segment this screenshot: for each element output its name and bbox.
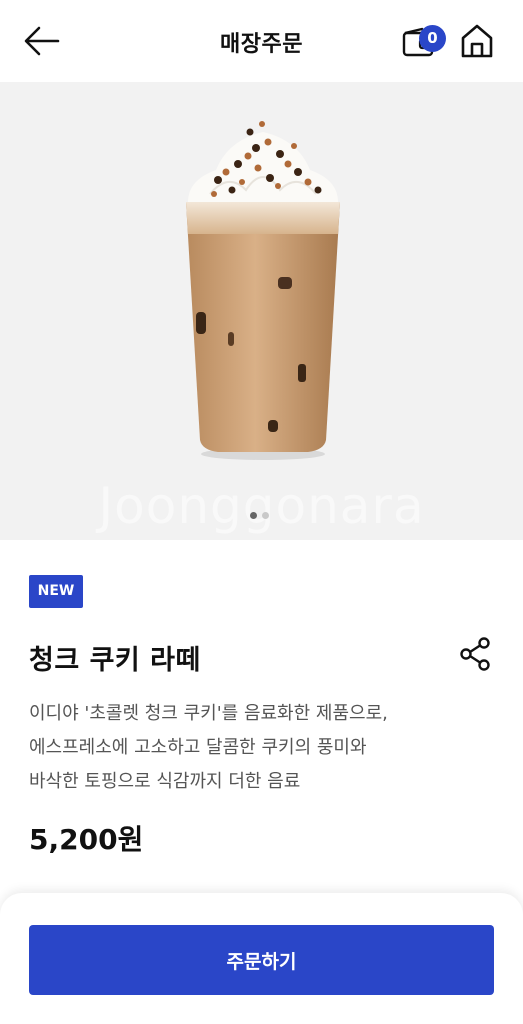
product-price: 5,200원 xyxy=(29,823,144,856)
top-bar: 매장주문 0 xyxy=(0,0,523,82)
cart-count-badge: 0 xyxy=(419,25,446,52)
bottom-action-bar: 주문하기 xyxy=(0,893,523,1024)
carousel-dot-2[interactable] xyxy=(262,512,269,519)
description-line: 에스프레소에 고소하고 달콤한 쿠키의 풍미와 xyxy=(29,737,367,758)
share-icon[interactable] xyxy=(458,636,494,672)
product-name: 청크 쿠키 라떼 xyxy=(29,645,201,676)
product-image xyxy=(186,121,340,460)
new-badge: NEW xyxy=(29,575,83,608)
description-line: 바삭한 토핑으로 식감까지 더한 음료 xyxy=(29,771,301,792)
carousel-dot-1[interactable] xyxy=(250,512,257,519)
order-button[interactable]: 주문하기 xyxy=(29,925,494,995)
watermark: Joonggonara xyxy=(98,477,425,535)
product-image-carousel[interactable]: Joonggonara xyxy=(0,82,523,540)
product-description: 이디야 '초콜렛 청크 쿠키'를 음료화한 제품으로, 에스프레소에 고소하고 … xyxy=(29,697,499,799)
carousel-indicator xyxy=(250,512,269,519)
description-line: 이디야 '초콜렛 청크 쿠키'를 음료화한 제품으로, xyxy=(29,703,388,724)
home-icon[interactable] xyxy=(458,22,496,60)
